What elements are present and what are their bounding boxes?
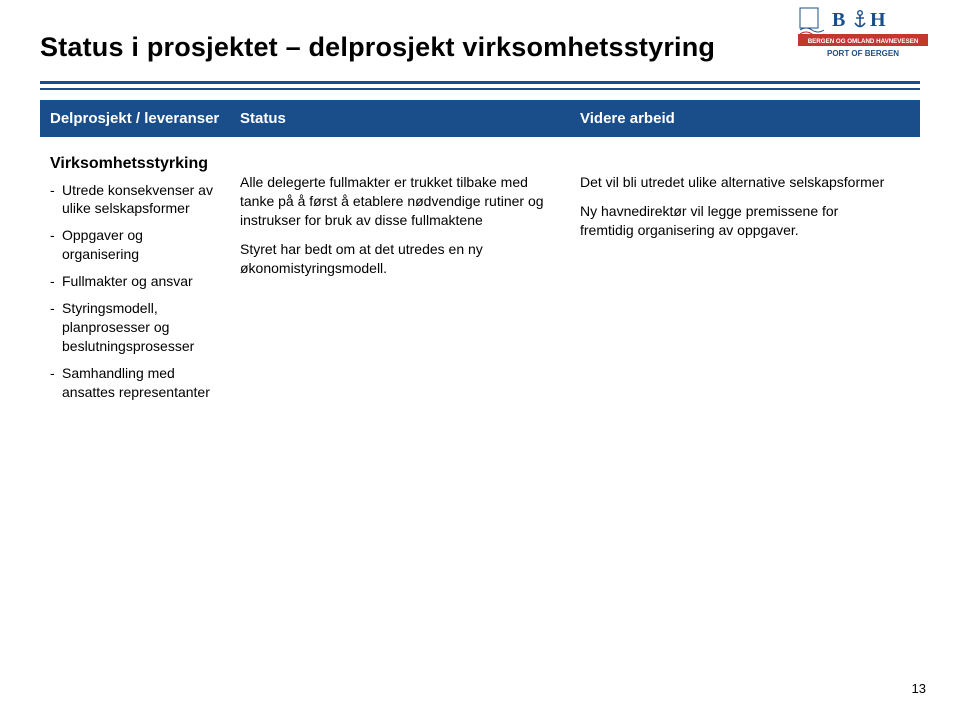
slide: B H BERGEN OG OMLAND HAVNEVESEN PORT OF … bbox=[0, 0, 960, 710]
cell-status: Alle delegerte fullmakter er trukket til… bbox=[230, 137, 570, 410]
title-rule bbox=[40, 81, 920, 90]
videre-para-2: Ny havnedirektør vil legge premissene fo… bbox=[580, 202, 894, 240]
videre-para-1: Det vil bli utredet ulike alternative se… bbox=[580, 173, 894, 192]
logo: B H BERGEN OG OMLAND HAVNEVESEN PORT OF … bbox=[798, 6, 928, 60]
logo-mid-text: BERGEN OG OMLAND HAVNEVESEN bbox=[808, 38, 919, 45]
svg-text:H: H bbox=[870, 9, 886, 31]
col-header-status: Status bbox=[230, 100, 570, 137]
logo-bot-text: PORT OF BERGEN bbox=[827, 49, 899, 58]
cell-delprosjekt: Virksomhetsstyrking Utrede konsekvenser … bbox=[40, 137, 230, 410]
col-header-delprosjekt: Delprosjekt / leveranser bbox=[40, 100, 230, 137]
page-title: Status i prosjektet – delprosjekt virkso… bbox=[40, 32, 920, 63]
subhead-virksomhetsstyrking: Virksomhetsstyrking bbox=[50, 153, 222, 175]
col-header-videre: Videre arbeid bbox=[570, 100, 902, 137]
svg-text:B: B bbox=[832, 9, 845, 31]
cell-tail bbox=[902, 137, 920, 410]
cell-videre: Det vil bli utredet ulike alternative se… bbox=[570, 137, 902, 410]
list-item: Styringsmodell, planprosesser og beslutn… bbox=[50, 299, 222, 356]
deliverables-list: Utrede konsekvenser av ulike selskapsfor… bbox=[50, 181, 222, 402]
list-item: Utrede konsekvenser av ulike selskapsfor… bbox=[50, 181, 222, 219]
col-header-tail bbox=[902, 100, 920, 137]
status-para-2: Styret har bedt om at det utredes en ny … bbox=[240, 240, 562, 278]
status-para-1: Alle delegerte fullmakter er trukket til… bbox=[240, 173, 562, 230]
status-table: Delprosjekt / leveranser Status Videre a… bbox=[40, 100, 920, 410]
list-item: Samhandling med ansattes representanter bbox=[50, 364, 222, 402]
list-item: Oppgaver og organisering bbox=[50, 226, 222, 264]
page-number: 13 bbox=[912, 681, 926, 696]
list-item: Fullmakter og ansvar bbox=[50, 272, 222, 291]
